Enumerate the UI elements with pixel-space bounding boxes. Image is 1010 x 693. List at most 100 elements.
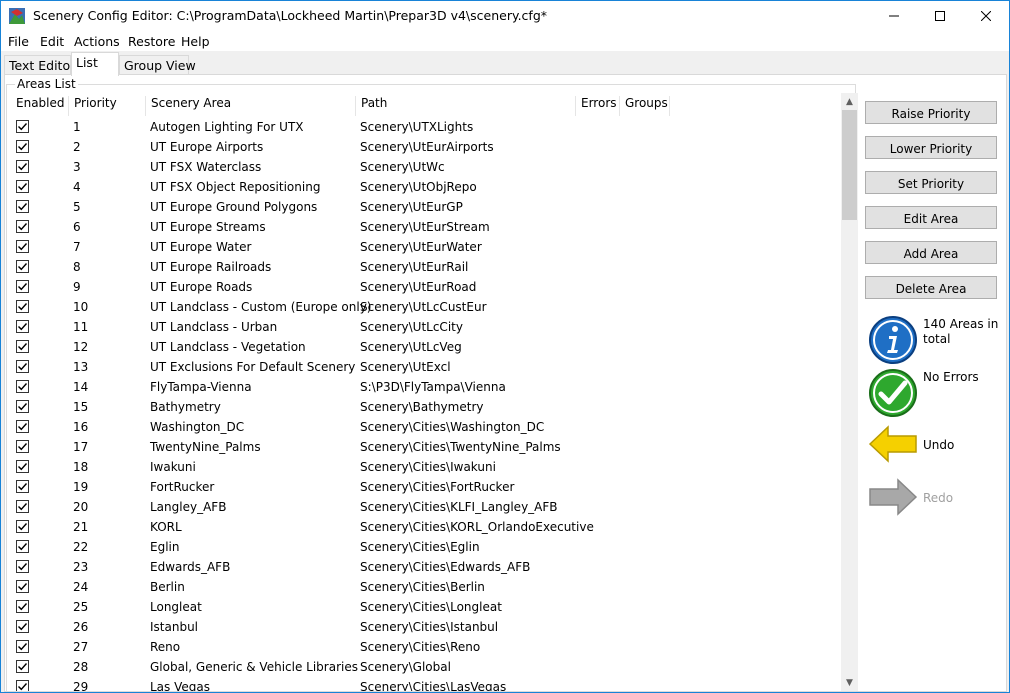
table-row[interactable]: 23 Edwards_AFB Scenery\Cities\Edwards_AFB — [11, 557, 841, 577]
column-header-groups[interactable]: Groups — [620, 96, 670, 116]
menu-file[interactable]: File — [8, 34, 29, 49]
table-row[interactable]: 12 UT Landclass - Vegetation Scenery\UtLcV… — [11, 337, 841, 357]
enabled-checkbox[interactable] — [16, 360, 29, 373]
enabled-checkbox[interactable] — [16, 520, 29, 533]
path-cell: Scenery\UtEurRoad — [360, 280, 477, 294]
scroll-up-icon[interactable]: ▲ — [841, 93, 858, 110]
scroll-thumb[interactable] — [842, 110, 857, 220]
priority-cell: 21 — [73, 520, 89, 534]
minimize-button[interactable] — [871, 1, 917, 31]
table-row[interactable]: 2 UT Europe Airports Scenery\UtEurAirports — [11, 137, 841, 157]
undo-label[interactable]: Undo — [923, 438, 954, 453]
enabled-checkbox[interactable] — [16, 120, 29, 133]
column-header-scenery-area[interactable]: Scenery Area — [146, 96, 356, 116]
enabled-checkbox[interactable] — [16, 420, 29, 433]
menu-edit[interactable]: Edit — [40, 34, 64, 49]
enabled-checkbox[interactable] — [16, 540, 29, 553]
table-row[interactable]: 28 Global, Generic & Vehicle Libraries Sce… — [11, 657, 841, 677]
menu-help[interactable]: Help — [181, 34, 210, 49]
table-row[interactable]: 19 FortRucker Scenery\Cities\FortRucker — [11, 477, 841, 497]
tab-list[interactable]: List — [71, 52, 119, 76]
table-row[interactable]: 8 UT Europe Railroads Scenery\UtEurRail — [11, 257, 841, 277]
enabled-checkbox[interactable] — [16, 640, 29, 653]
table-row[interactable]: 4 UT FSX Object Repositioning Scenery\UtOb… — [11, 177, 841, 197]
enabled-checkbox[interactable] — [16, 160, 29, 173]
table-row[interactable]: 26 Istanbul Scenery\Cities\Istanbul — [11, 617, 841, 637]
table-row[interactable]: 21 KORL Scenery\Cities\KORL_OrlandoExecuti… — [11, 517, 841, 537]
column-header-enabled[interactable]: Enabled — [11, 96, 69, 116]
title-bar[interactable]: Scenery Config Editor: C:\ProgramData\Lo… — [1, 1, 1009, 31]
close-button[interactable] — [963, 1, 1009, 31]
lower-priority-button[interactable]: Lower Priority — [865, 136, 997, 159]
enabled-checkbox[interactable] — [16, 380, 29, 393]
tab-text-editor[interactable]: Text Editor — [4, 55, 75, 75]
table-row[interactable]: 29 Las Vegas Scenery\Cities\LasVegas — [11, 677, 841, 691]
enabled-checkbox[interactable] — [16, 220, 29, 233]
table-row[interactable]: 9 UT Europe Roads Scenery\UtEurRoad — [11, 277, 841, 297]
table-row[interactable]: 17 TwentyNine_Palms Scenery\Cities\TwentyN… — [11, 437, 841, 457]
enabled-checkbox[interactable] — [16, 600, 29, 613]
table-row[interactable]: 13 UT Exclusions For Default Scenery Scene… — [11, 357, 841, 377]
priority-cell: 17 — [73, 440, 89, 454]
table-row[interactable]: 10 UT Landclass - Custom (Europe only) Sce… — [11, 297, 841, 317]
table-row[interactable]: 6 UT Europe Streams Scenery\UtEurStream — [11, 217, 841, 237]
list-vertical-scrollbar[interactable]: ▲ ▼ — [841, 93, 858, 691]
table-row[interactable]: 1 Autogen Lighting For UTX Scenery\UTXLigh… — [11, 117, 841, 137]
areas-list-view[interactable]: Enabled Priority Scenery Area Path Error… — [11, 93, 841, 691]
priority-cell: 5 — [73, 200, 81, 214]
tab-group-view[interactable]: Group View — [119, 55, 196, 75]
priority-cell: 19 — [73, 480, 89, 494]
edit-area-button[interactable]: Edit Area — [865, 206, 997, 229]
table-row[interactable]: 7 UT Europe Water Scenery\UtEurWater — [11, 237, 841, 257]
column-header-priority[interactable]: Priority — [69, 96, 146, 116]
redo-arrow-icon[interactable] — [868, 478, 918, 516]
enabled-checkbox[interactable] — [16, 440, 29, 453]
table-row[interactable]: 25 Longleat Scenery\Cities\Longleat — [11, 597, 841, 617]
enabled-checkbox[interactable] — [16, 400, 29, 413]
redo-label[interactable]: Redo — [923, 491, 953, 506]
enabled-checkbox[interactable] — [16, 460, 29, 473]
scenery-area-cell: Iwakuni — [150, 460, 196, 474]
enabled-checkbox[interactable] — [16, 300, 29, 313]
enabled-checkbox[interactable] — [16, 280, 29, 293]
enabled-checkbox[interactable] — [16, 500, 29, 513]
table-row[interactable]: 22 Eglin Scenery\Cities\Eglin — [11, 537, 841, 557]
table-row[interactable]: 18 Iwakuni Scenery\Cities\Iwakuni — [11, 457, 841, 477]
enabled-checkbox[interactable] — [16, 620, 29, 633]
column-header-errors[interactable]: Errors — [576, 96, 620, 116]
delete-area-button[interactable]: Delete Area — [865, 276, 997, 299]
checkmark-icon — [18, 283, 28, 291]
errors-status-text: No Errors — [923, 370, 979, 384]
enabled-checkbox[interactable] — [16, 660, 29, 673]
enabled-checkbox[interactable] — [16, 180, 29, 193]
maximize-button[interactable] — [917, 1, 963, 31]
menu-actions[interactable]: Actions — [74, 34, 120, 49]
column-header-path[interactable]: Path — [356, 96, 576, 116]
table-row[interactable]: 27 Reno Scenery\Cities\Reno — [11, 637, 841, 657]
scenery-area-cell: UT Europe Railroads — [150, 260, 272, 274]
menu-restore[interactable]: Restore — [128, 34, 175, 49]
table-row[interactable]: 14 FlyTampa-Vienna S:\P3D\FlyTampa\Vienna — [11, 377, 841, 397]
table-row[interactable]: 16 Washington_DC Scenery\Cities\Washington… — [11, 417, 841, 437]
table-row[interactable]: 24 Berlin Scenery\Cities\Berlin — [11, 577, 841, 597]
enabled-checkbox[interactable] — [16, 320, 29, 333]
enabled-checkbox[interactable] — [16, 480, 29, 493]
enabled-checkbox[interactable] — [16, 260, 29, 273]
table-row[interactable]: 20 Langley_AFB Scenery\Cities\KLFI_Langley… — [11, 497, 841, 517]
raise-priority-button[interactable]: Raise Priority — [865, 101, 997, 124]
enabled-checkbox[interactable] — [16, 140, 29, 153]
undo-arrow-icon[interactable] — [868, 425, 918, 463]
set-priority-button[interactable]: Set Priority — [865, 171, 997, 194]
table-row[interactable]: 3 UT FSX Waterclass Scenery\UtWc — [11, 157, 841, 177]
enabled-checkbox[interactable] — [16, 680, 29, 691]
enabled-checkbox[interactable] — [16, 340, 29, 353]
table-row[interactable]: 15 Bathymetry Scenery\Bathymetry — [11, 397, 841, 417]
enabled-checkbox[interactable] — [16, 580, 29, 593]
table-row[interactable]: 11 UT Landclass - Urban Scenery\UtLcCity — [11, 317, 841, 337]
scroll-down-icon[interactable]: ▼ — [841, 674, 858, 691]
enabled-checkbox[interactable] — [16, 560, 29, 573]
enabled-checkbox[interactable] — [16, 200, 29, 213]
add-area-button[interactable]: Add Area — [865, 241, 997, 264]
enabled-checkbox[interactable] — [16, 240, 29, 253]
table-row[interactable]: 5 UT Europe Ground Polygons Scenery\UtEurG… — [11, 197, 841, 217]
